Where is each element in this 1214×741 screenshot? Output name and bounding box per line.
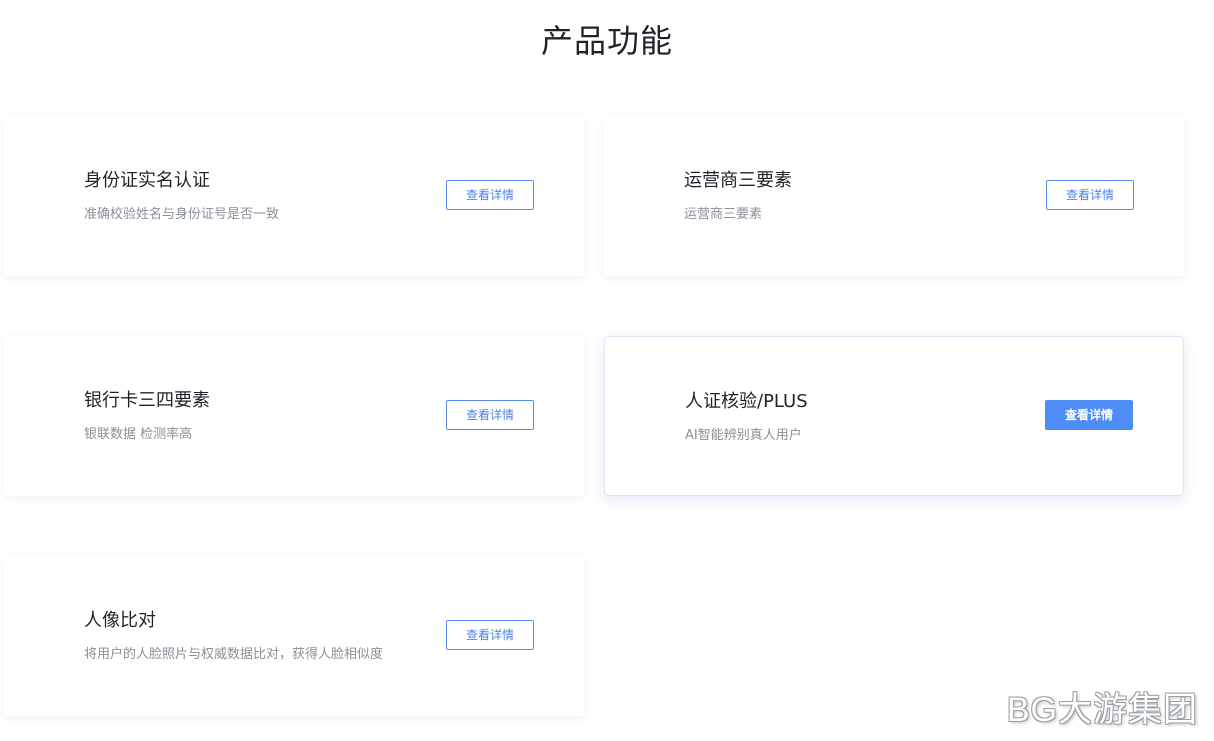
- card-description: AI智能辨别真人用户: [685, 428, 802, 443]
- page-title: 产品功能: [540, 22, 673, 60]
- view-details-button[interactable]: 查看详情: [1045, 400, 1133, 430]
- view-details-button[interactable]: 查看详情: [446, 180, 534, 210]
- card-description: 运营商三要素: [684, 207, 763, 222]
- view-details-button[interactable]: 查看详情: [446, 620, 534, 650]
- card-description: 银联数据 检测率高: [84, 427, 193, 442]
- card-carrier-three-factor[interactable]: 运营商三要素 运营商三要素 查看详情: [604, 116, 1184, 276]
- card-title: 人像比对: [84, 610, 156, 631]
- card-title: 身份证实名认证: [84, 170, 210, 191]
- card-portrait-comparison[interactable]: 人像比对 将用户的人脸照片与权威数据比对，获得人脸相似度 查看详情: [4, 556, 584, 716]
- card-face-id-plus[interactable]: 人证核验/PLUS AI智能辨别真人用户 查看详情: [604, 336, 1184, 496]
- card-title: 银行卡三四要素: [84, 390, 210, 411]
- card-title: 人证核验/PLUS: [685, 391, 808, 412]
- card-id-verification[interactable]: 身份证实名认证 准确校验姓名与身份证号是否一致 查看详情: [4, 116, 584, 276]
- card-bank-card-factors[interactable]: 银行卡三四要素 银联数据 检测率高 查看详情: [4, 336, 584, 496]
- view-details-button[interactable]: 查看详情: [1046, 180, 1134, 210]
- view-details-button[interactable]: 查看详情: [446, 400, 534, 430]
- card-title: 运营商三要素: [684, 170, 792, 191]
- card-description: 将用户的人脸照片与权威数据比对，获得人脸相似度: [84, 647, 384, 662]
- card-description: 准确校验姓名与身份证号是否一致: [84, 207, 280, 222]
- watermark-text: BG大游集团: [1006, 691, 1198, 729]
